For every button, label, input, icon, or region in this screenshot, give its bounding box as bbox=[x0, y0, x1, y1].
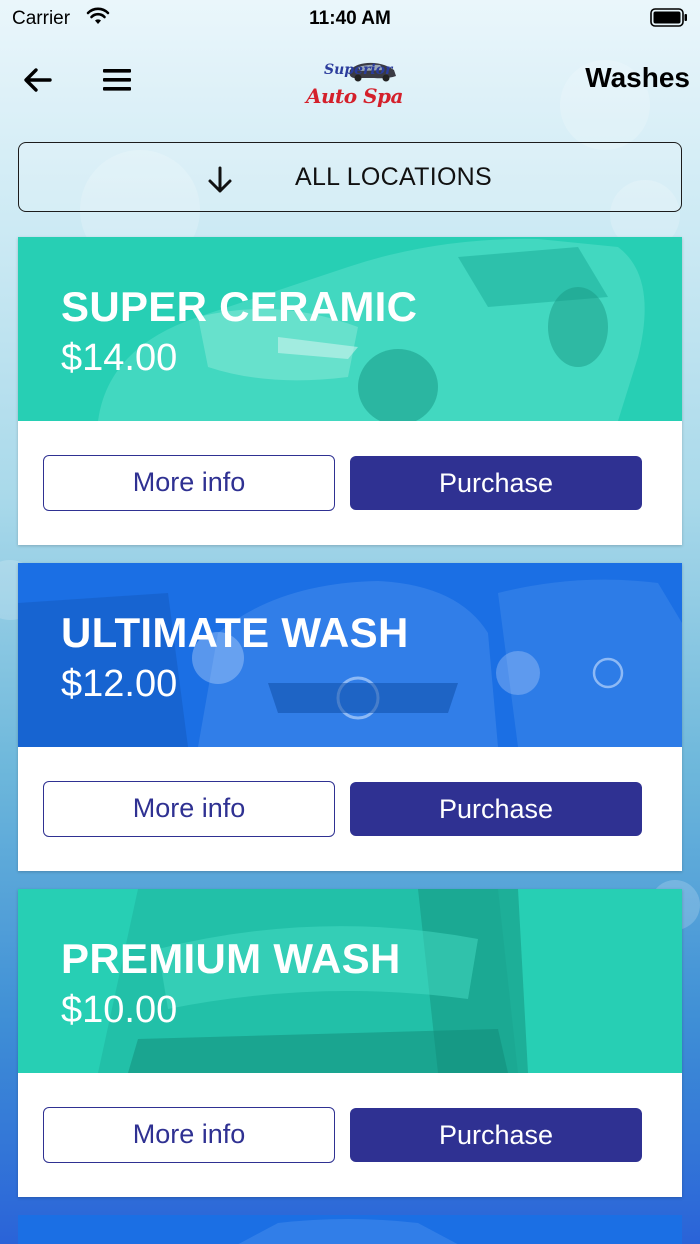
wash-price: $14.00 bbox=[61, 337, 178, 379]
arrow-down-icon bbox=[208, 166, 232, 193]
wash-card-partial bbox=[18, 1215, 682, 1244]
purchase-button[interactable]: Purchase bbox=[350, 1108, 642, 1162]
wash-card-hero: ULTIMATE WASH $12.00 bbox=[18, 563, 682, 747]
more-info-button[interactable]: More info bbox=[43, 455, 335, 511]
wash-card-hero: SUPER CERAMIC $14.00 bbox=[18, 237, 682, 421]
status-time: 11:40 AM bbox=[309, 8, 391, 29]
logo-line1: Superior bbox=[324, 62, 393, 78]
page-title: Washes bbox=[585, 62, 690, 93]
location-filter-button[interactable]: ALL LOCATIONS bbox=[18, 142, 682, 212]
purchase-button[interactable]: Purchase bbox=[350, 456, 642, 510]
wash-name: ULTIMATE WASH bbox=[61, 609, 409, 656]
logo-line2: Auto Spa bbox=[306, 84, 404, 108]
wash-card-super-ceramic: SUPER CERAMIC $14.00 More info Purchase bbox=[18, 237, 682, 545]
status-bar: Carrier 11:40 AM bbox=[0, 0, 700, 38]
more-info-button[interactable]: More info bbox=[43, 1107, 335, 1163]
wash-card-ultimate-wash: ULTIMATE WASH $12.00 More info Purchase bbox=[18, 563, 682, 871]
car-image bbox=[18, 1215, 682, 1244]
wash-price: $10.00 bbox=[61, 989, 178, 1031]
arrow-left-icon[interactable] bbox=[20, 62, 56, 98]
more-info-button[interactable]: More info bbox=[43, 781, 335, 837]
wash-card-hero: PREMIUM WASH $10.00 bbox=[18, 889, 682, 1073]
wash-name: PREMIUM WASH bbox=[61, 935, 401, 982]
hamburger-menu-icon[interactable] bbox=[100, 64, 134, 96]
wash-name: SUPER CERAMIC bbox=[61, 283, 418, 330]
wash-price: $12.00 bbox=[61, 663, 178, 705]
wash-card-premium-wash: PREMIUM WASH $10.00 More info Purchase bbox=[18, 889, 682, 1197]
nav-bar: Superior Auto Spa Washes bbox=[0, 50, 700, 114]
location-filter-label: ALL LOCATIONS bbox=[295, 163, 493, 191]
purchase-button[interactable]: Purchase bbox=[350, 782, 642, 836]
battery-icon bbox=[650, 8, 687, 27]
